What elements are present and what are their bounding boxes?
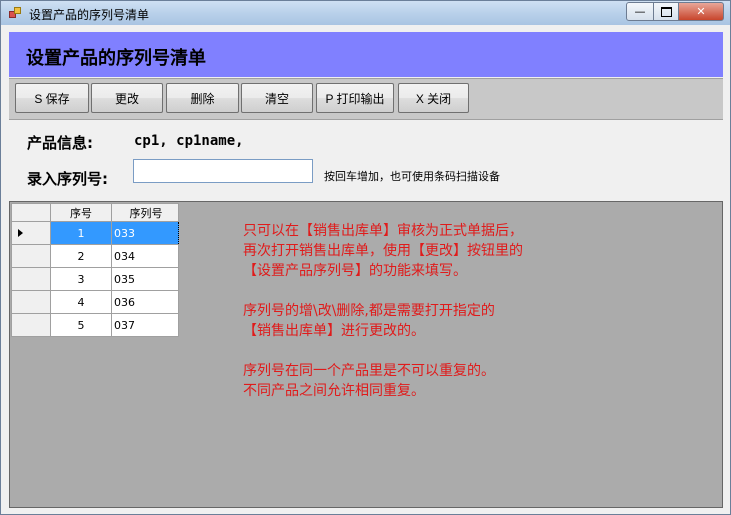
instructions-note: 只可以在【销售出库单】审核为正式单据后， 再次打开销售出库单，使用【更改】按钮里… xyxy=(243,221,523,401)
table-row[interactable]: 2 034 xyxy=(11,244,179,268)
maximize-button[interactable] xyxy=(653,2,679,21)
product-info-label: 产品信息: xyxy=(27,134,93,152)
print-button[interactable]: P 打印输出 xyxy=(316,83,394,113)
column-header-no[interactable]: 序号 xyxy=(50,203,112,222)
close-icon: ✕ xyxy=(696,5,706,18)
note-line: 只可以在【销售出库单】审核为正式单据后， xyxy=(243,223,523,239)
row-header[interactable] xyxy=(11,267,51,291)
serial-grid[interactable]: 序号 序列号 1 033 2 034 3 035 4 036 5 037 xyxy=(11,203,179,337)
delete-button[interactable]: 删除 xyxy=(166,83,239,113)
close-window-button[interactable]: ✕ xyxy=(678,2,724,21)
serial-input-label: 录入序列号: xyxy=(27,170,108,188)
save-button[interactable]: S 保存 xyxy=(15,83,89,113)
cell-serial[interactable]: 037 xyxy=(111,313,179,337)
header-banner: 设置产品的序列号清单 xyxy=(9,32,723,77)
close-button[interactable]: X 关闭 xyxy=(398,83,469,113)
serial-number-input[interactable] xyxy=(133,159,313,183)
table-row[interactable]: 5 037 xyxy=(11,313,179,337)
row-header[interactable] xyxy=(11,290,51,314)
title-bar[interactable]: 设置产品的序列号清单 — ✕ xyxy=(1,1,730,25)
cell-serial[interactable]: 034 xyxy=(111,244,179,268)
table-row[interactable]: 4 036 xyxy=(11,290,179,314)
current-row-icon xyxy=(18,228,23,237)
toolbar: S 保存 更改 删除 清空 P 打印输出 X 关闭 xyxy=(9,78,723,120)
note-line: 序列号的增\改\删除,都是需要打开指定的 xyxy=(243,303,495,319)
note-line: 【设置产品序列号】的功能来填写。 xyxy=(243,263,467,279)
minimize-button[interactable]: — xyxy=(626,2,654,21)
maximize-icon xyxy=(660,6,672,17)
table-row[interactable]: 1 033 xyxy=(11,221,179,245)
note-line: 【销售出库单】进行更改的。 xyxy=(243,323,425,339)
product-info-value: cp1, cp1name, xyxy=(134,133,244,149)
serial-input-hint: 按回车增加，也可使用条码扫描设备 xyxy=(324,170,500,183)
column-header-serial[interactable]: 序列号 xyxy=(111,203,179,222)
cell-serial[interactable]: 036 xyxy=(111,290,179,314)
app-window: 设置产品的序列号清单 — ✕ 设置产品的序列号清单 S 保存 更改 删除 清空 … xyxy=(0,0,731,515)
cell-no[interactable]: 5 xyxy=(50,313,112,337)
window-controls: — ✕ xyxy=(626,2,724,21)
cell-no[interactable]: 1 xyxy=(50,221,112,245)
page-title: 设置产品的序列号清单 xyxy=(26,48,206,69)
note-line: 序列号在同一个产品里是不可以重复的。 xyxy=(243,363,495,379)
table-row[interactable]: 3 035 xyxy=(11,267,179,291)
cell-no[interactable]: 3 xyxy=(50,267,112,291)
note-line: 不同产品之间允许相同重复。 xyxy=(243,383,425,399)
row-header[interactable] xyxy=(11,244,51,268)
note-line: 再次打开销售出库单，使用【更改】按钮里的 xyxy=(243,243,523,259)
grid-corner-header xyxy=(11,203,51,222)
minimize-icon: — xyxy=(634,5,646,18)
edit-button[interactable]: 更改 xyxy=(91,83,163,113)
app-icon xyxy=(9,7,21,19)
row-header[interactable] xyxy=(11,313,51,337)
row-header[interactable] xyxy=(11,221,51,245)
window-title: 设置产品的序列号清单 xyxy=(29,8,150,22)
cell-serial[interactable]: 035 xyxy=(111,267,179,291)
clear-button[interactable]: 清空 xyxy=(241,83,313,113)
cell-no[interactable]: 2 xyxy=(50,244,112,268)
cell-no[interactable]: 4 xyxy=(50,290,112,314)
cell-serial[interactable]: 033 xyxy=(111,221,179,245)
